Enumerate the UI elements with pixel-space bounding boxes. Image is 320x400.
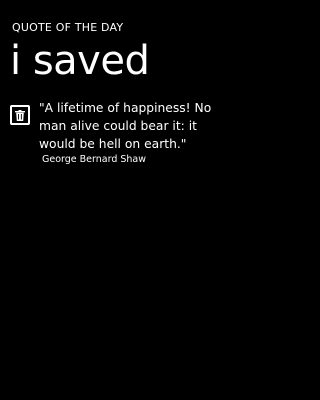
quote-author: George Bernard Shaw <box>42 154 147 165</box>
trash-icon <box>15 109 25 121</box>
quote-text: "A lifetime of happiness! No man alive c… <box>39 101 212 151</box>
app-title: QUOTE OF THE DAY <box>12 21 124 34</box>
delete-quote-button[interactable] <box>10 105 30 125</box>
saved-quote-item: "A lifetime of happiness! No man alive c… <box>10 99 232 174</box>
page-title: i saved <box>10 38 150 84</box>
